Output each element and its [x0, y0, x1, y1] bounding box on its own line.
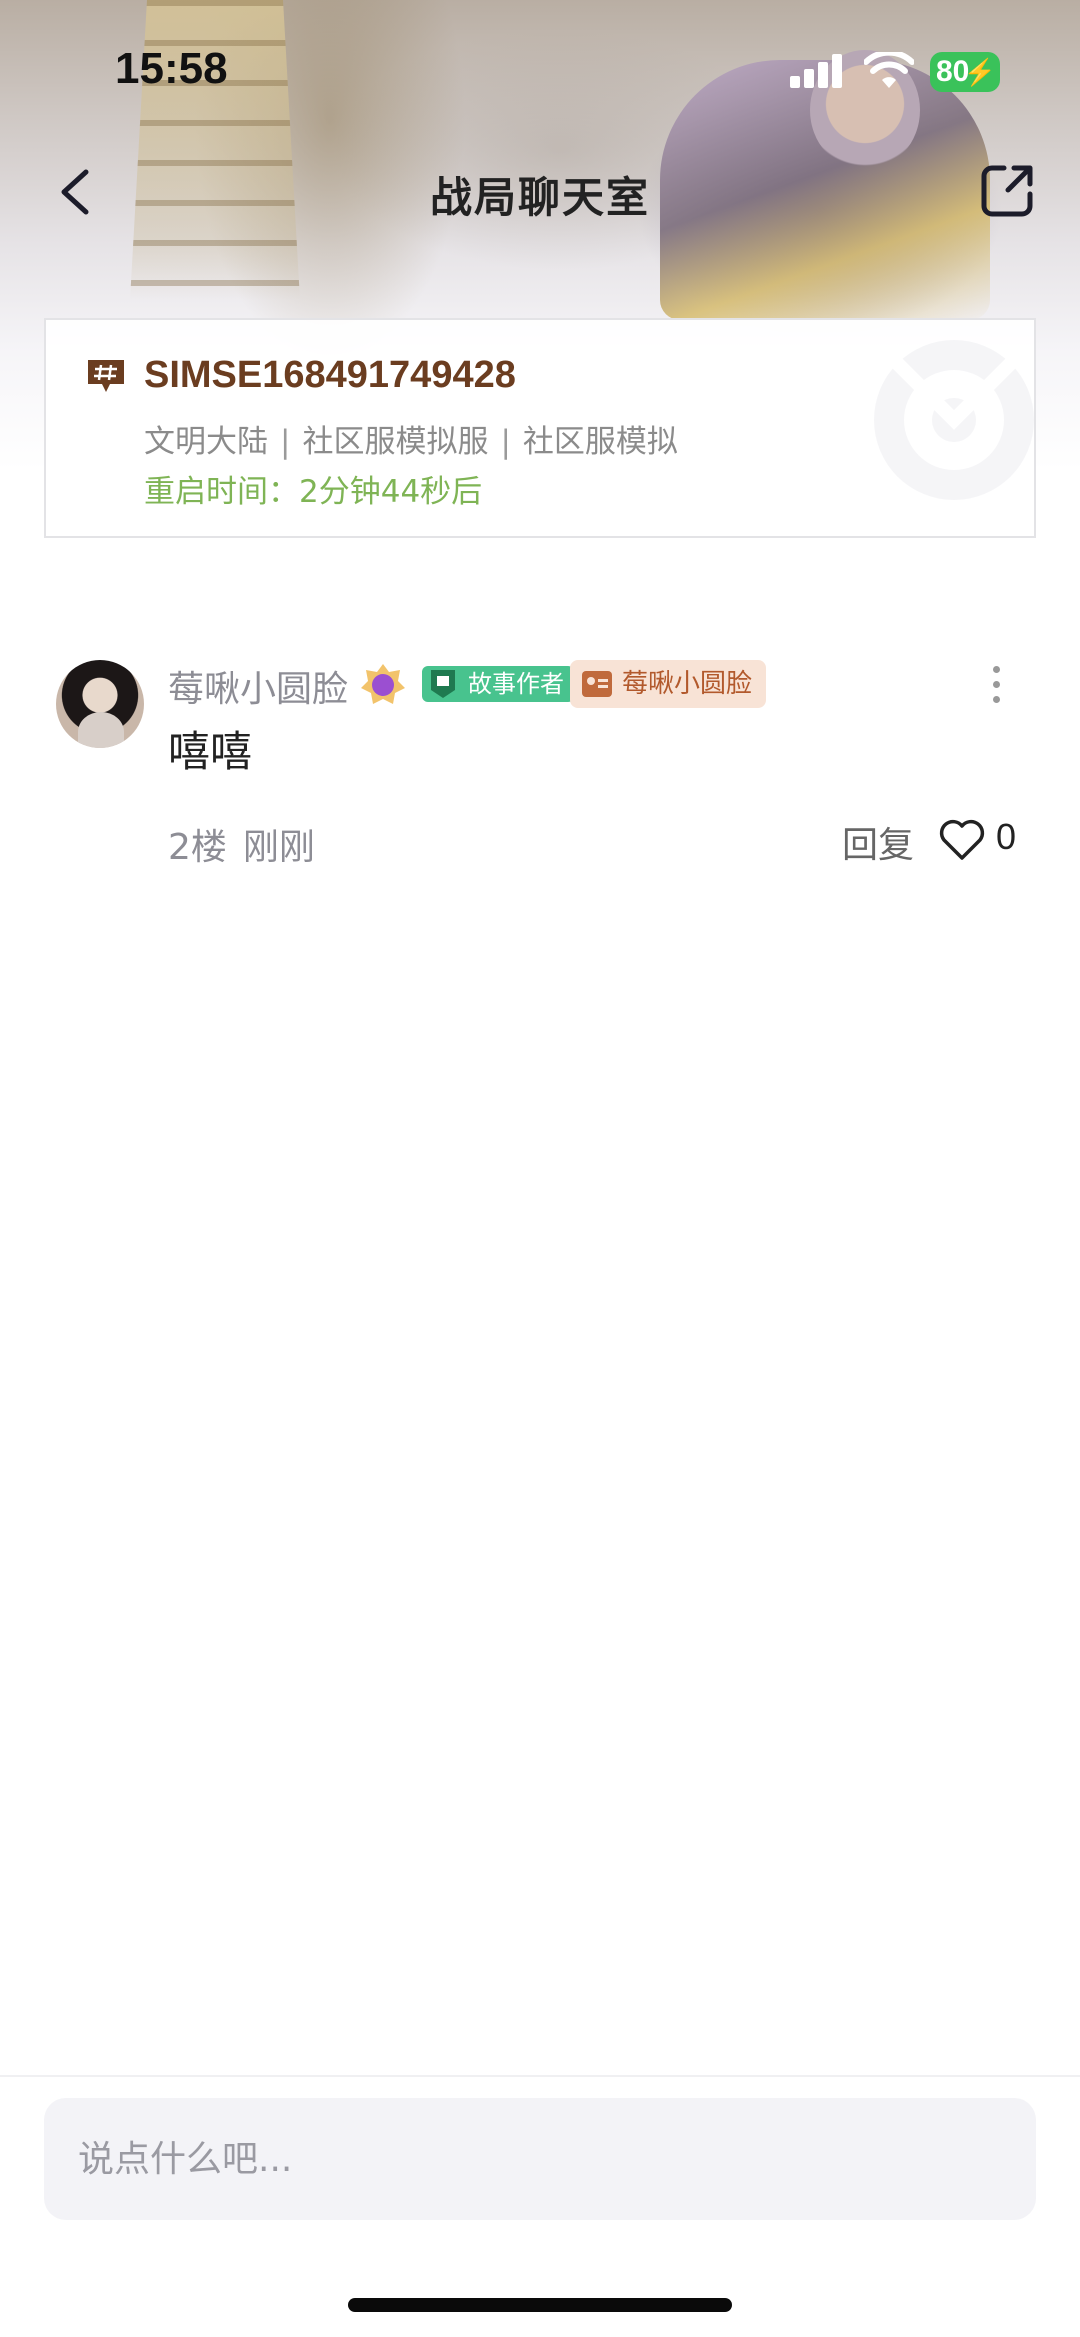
room-meta: 文明大陆 | 社区服模拟服 | 社区服模拟 [144, 416, 678, 461]
like-count: 0 [996, 816, 1017, 857]
composer-divider [0, 2075, 1080, 2077]
level-badge-icon [361, 664, 405, 704]
message-meta: 2楼 刚刚 [168, 818, 315, 870]
cellular-signal-icon [790, 54, 846, 88]
meta-separator: | [280, 424, 291, 460]
share-icon[interactable] [978, 160, 1038, 220]
restart-countdown: 重启时间：2分钟44秒后 [144, 466, 482, 511]
biohazard-emblem-icon [874, 340, 1034, 500]
room-info-card: SIMSE168491749428 文明大陆 | 社区服模拟服 | 社区服模拟 重启时间… [44, 318, 1036, 538]
wifi-icon [864, 52, 914, 88]
nav-bar: 战局聊天室 [0, 150, 1080, 230]
reply-button[interactable]: 回复 [842, 816, 914, 868]
message-time: 刚刚 [242, 827, 315, 868]
username[interactable]: 莓啾小圆脸 [168, 660, 348, 712]
floor-number: 2楼 [168, 827, 227, 868]
meta-separator: | [500, 424, 511, 460]
message-content: 嘻嘻 [168, 727, 253, 776]
avatar[interactable] [56, 660, 144, 748]
page-title: 战局聊天室 [429, 173, 650, 222]
id-card-icon [582, 671, 612, 697]
server-type: 社区服模拟服 [302, 424, 489, 460]
message-input[interactable] [44, 2098, 1036, 2220]
server-region: 文明大陆 [144, 424, 268, 460]
home-indicator[interactable] [348, 2298, 732, 2312]
status-bar: 15:58 80 ⚡ [0, 0, 1080, 140]
restart-value: 2分钟44秒后 [299, 474, 483, 510]
author-badge-icon [431, 670, 455, 698]
message-composer [44, 2098, 1036, 2220]
chat-message: 莓啾小圆脸 故事作者 莓啾小圆脸 嘻嘻 2楼 刚刚 回复 0 [0, 640, 1080, 890]
restart-label: 重启时间： [144, 474, 299, 510]
id-card-tag[interactable]: 莓啾小圆脸 [570, 660, 767, 708]
chat-hash-icon [88, 360, 124, 392]
charging-bolt-icon: ⚡ [963, 57, 996, 87]
status-time: 15:58 [115, 44, 228, 93]
server-mode: 社区服模拟 [522, 424, 678, 460]
story-author-tag-label: 故事作者 [468, 670, 564, 698]
id-card-tag-label: 莓啾小圆脸 [622, 669, 753, 699]
room-id: SIMSE168491749428 [144, 354, 516, 396]
heart-icon[interactable] [938, 818, 986, 862]
more-options-icon[interactable] [984, 666, 1008, 706]
story-author-tag: 故事作者 [422, 666, 574, 702]
battery-indicator: 80 ⚡ [930, 52, 1000, 92]
